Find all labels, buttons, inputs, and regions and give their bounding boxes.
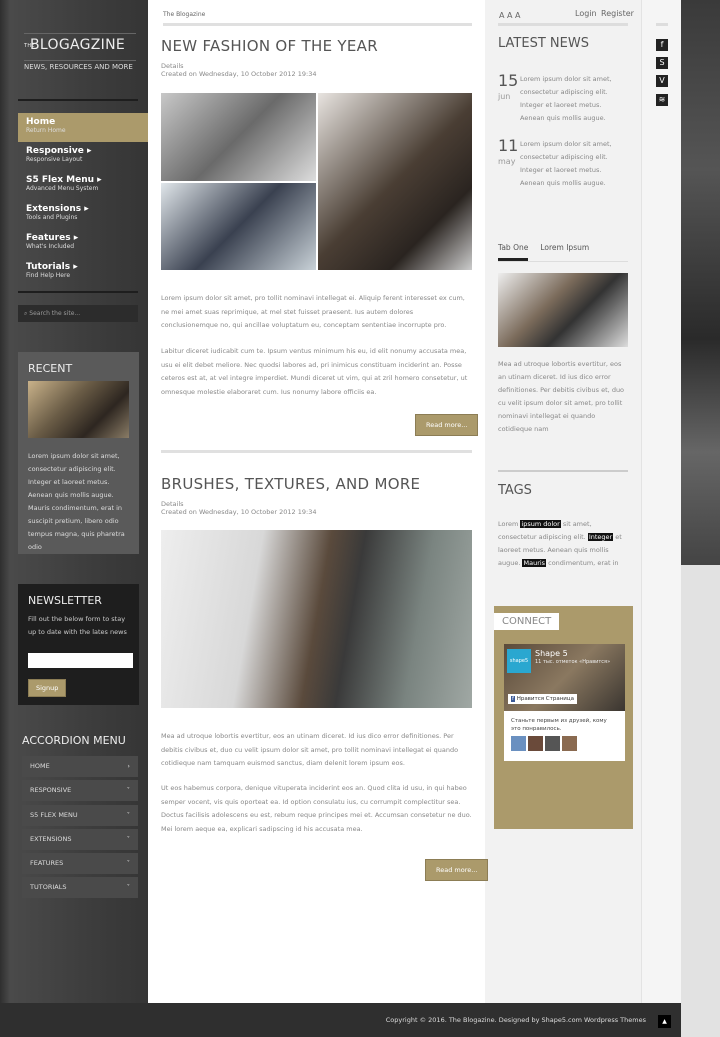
newsletter-widget: NEWSLETTER Fill out the below form to st… (18, 584, 139, 705)
background-image (681, 0, 720, 565)
read-more-button[interactable]: Read more... (425, 859, 489, 881)
facebook-icon[interactable]: f (656, 39, 668, 51)
footer: Copyright © 2016. The Blogazine. Designe… (0, 1003, 681, 1037)
connect-widget: CONNECT shape5 Shape 5 11 тыс. отметок «… (494, 606, 633, 829)
accordion-item[interactable]: FEATURES ˅ (22, 853, 138, 875)
facebook-icon: f (511, 696, 515, 702)
tab-content: Mea ad utroque lobortis evertitur, eos a… (498, 360, 625, 433)
article-image[interactable] (161, 530, 472, 708)
register-link[interactable]: Register (601, 9, 634, 18)
login-link[interactable]: Login (575, 9, 597, 18)
recent-widget: RECENT Lorem ipsum dolor sit amet, conse… (18, 352, 139, 554)
latest-news-title: LATEST NEWS (498, 36, 589, 51)
site-logo[interactable]: THEBLOGAGZINE (24, 33, 136, 53)
skype-icon[interactable]: S (656, 57, 668, 69)
like-page-button[interactable]: f Нравится Страница (508, 694, 577, 704)
newsletter-email-input[interactable] (28, 653, 133, 668)
tab-one[interactable]: Tab One (498, 243, 529, 261)
tag-link[interactable]: Integer (587, 533, 614, 541)
news-item[interactable]: 11 may Lorem ipsum dolor sit amet, consect… (498, 138, 628, 190)
nav-flex-menu[interactable]: S5 Flex Menu ▸ Advanced Menu System (18, 171, 148, 200)
divider (18, 99, 138, 101)
divider (498, 470, 628, 472)
facebook-page-widget[interactable]: shape5 Shape 5 11 тыс. отметок «Нравится… (504, 644, 625, 761)
tags-text: Lorem ipsum dolor sit amet, consectetur … (498, 520, 622, 567)
vimeo-icon[interactable]: V (656, 75, 668, 87)
read-more-button[interactable]: Read more... (415, 414, 479, 436)
chevron-down-icon: ˅ (126, 810, 130, 819)
nav-responsive[interactable]: Responsive ▸ Responsive Layout (18, 142, 148, 171)
accordion-item[interactable]: RESPONSIVE ˅ (22, 780, 138, 802)
tag-link[interactable]: Mauris (522, 559, 547, 567)
nav-extensions[interactable]: Extensions ▸ Tools and Plugins (18, 200, 148, 229)
chevron-right-icon: › (127, 762, 130, 770)
tab-lorem-ipsum[interactable]: Lorem Ipsum (540, 243, 589, 261)
accordion-item[interactable]: S5 FLEX MENU ˅ (22, 804, 138, 826)
article-meta: Details Created on Wednesday, 10 October … (161, 62, 317, 78)
chevron-down-icon: ˅ (126, 859, 130, 868)
article-text: Ut eos habemus corpora, denique vitupera… (161, 784, 472, 833)
tab-image (498, 273, 628, 347)
recent-image[interactable] (28, 381, 129, 438)
main-nav: Home Return Home Responsive ▸ Responsive L… (18, 113, 148, 287)
page-logo: shape5 (507, 649, 531, 673)
accordion-menu: ACCORDION MENU HOME › RESPONSIVE ˅ S5 FLEX… (22, 734, 138, 902)
signup-button[interactable]: Signup (28, 679, 67, 697)
divider (161, 450, 472, 453)
scroll-to-top-button[interactable]: ▲ (658, 1015, 671, 1028)
divider (656, 23, 668, 26)
news-item[interactable]: 15 jun Lorem ipsum dolor sit amet, consect… (498, 73, 628, 125)
article-title[interactable]: BRUSHES, TEXTURES, AND MORE (161, 475, 473, 493)
font-size-toggle[interactable]: A A A (499, 11, 521, 20)
chevron-down-icon: ˅ (126, 786, 130, 795)
nav-tutorials[interactable]: Tutorials ▸ Find Help Here (18, 258, 148, 287)
chevron-down-icon: ˅ (126, 834, 130, 843)
chevron-down-icon: ˅ (126, 883, 130, 892)
divider (18, 291, 138, 293)
accordion-item[interactable]: TUTORIALS ˅ (22, 877, 138, 899)
tags-title: TAGS (498, 483, 532, 498)
friend-avatars (504, 736, 625, 751)
search-input[interactable]: ⌕ Search the site... (18, 305, 138, 322)
copyright: Copyright © 2016. The Blogazine. Designe… (385, 1016, 646, 1024)
article-image[interactable] (161, 93, 472, 270)
rss-icon[interactable]: ≋ (656, 94, 668, 106)
accordion-item[interactable]: HOME › (22, 756, 138, 777)
article-text: Mea ad utroque lobortis evertitur, eos a… (161, 732, 459, 767)
social-column (642, 0, 681, 1003)
tag-link[interactable]: ipsum dolor (520, 520, 561, 528)
site-tagline: NEWS, RESOURCES AND MORE (24, 60, 136, 71)
divider (498, 23, 628, 26)
breadcrumb[interactable]: The Blogazine (163, 11, 472, 26)
tabs: Tab One Lorem Ipsum (498, 243, 628, 262)
article-text: Lorem ipsum dolor sit amet, pro tollit n… (161, 294, 465, 329)
nav-features[interactable]: Features ▸ What's Included (18, 229, 148, 258)
accordion-item[interactable]: EXTENSIONS ˅ (22, 828, 138, 850)
article-meta: Details Created on Wednesday, 10 October … (161, 500, 317, 516)
nav-home[interactable]: Home Return Home (18, 113, 148, 142)
article-text: Labitur diceret iudicabit cum te. Ipsum … (161, 347, 468, 396)
article-title[interactable]: NEW FASHION OF THE YEAR (161, 37, 473, 55)
